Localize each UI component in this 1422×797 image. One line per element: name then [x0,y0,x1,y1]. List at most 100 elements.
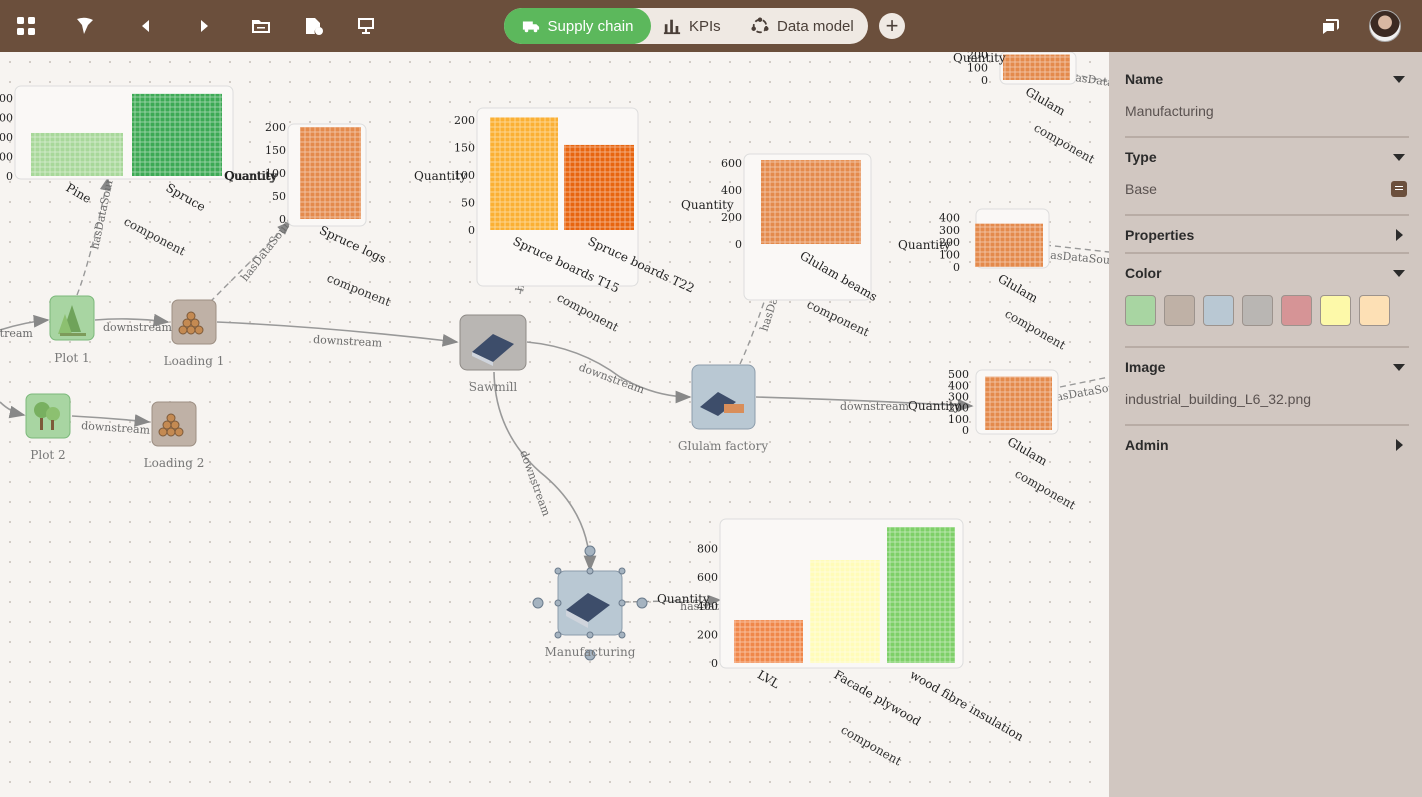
section-type-title: Type [1125,149,1157,165]
section-type: Type Base [1125,147,1409,197]
chart-tick-label: 800 [697,543,718,556]
chart-tick-label: 0 [468,224,475,237]
section-admin-header[interactable]: Admin [1125,435,1409,455]
chart-tick-label: 100 [948,413,969,426]
graph-canvas[interactable]: stream downstream downstream downstream … [0,52,1109,797]
apps-icon[interactable] [14,14,38,38]
node-loading-2[interactable]: Loading 2 [144,401,205,470]
chart-tick-label: 0 [953,261,960,274]
chart-tick-label: 200 [265,121,286,134]
chart-tick-label: 500 [948,368,969,381]
tab-kpis[interactable]: KPIs [651,8,739,44]
tab-data-model[interactable]: Data model [739,8,867,44]
chart-category-label: wood fibre insulation [908,667,1027,744]
tab-supply-chain-label: Supply chain [547,17,634,35]
component-label-1: component [122,214,188,258]
tab-supply-chain[interactable]: Supply chain [504,8,651,44]
chart-tick-label: 400 [721,184,742,197]
color-swatch[interactable] [1320,295,1351,326]
new-file-icon[interactable] [302,14,326,38]
chart-6[interactable]: Glulam0100200300400500Quantity [908,368,1059,469]
color-swatch[interactable] [1203,295,1234,326]
component-label-2: component [325,271,393,309]
chart-tick-label: 0 [981,74,988,87]
forward-icon[interactable] [192,14,216,38]
chart-tick-label: 0 [735,238,742,251]
user-avatar[interactable] [1369,10,1401,42]
node-label-plot-2: Plot 2 [30,448,65,462]
chart-tick-label: 100 [0,150,13,163]
section-color-header[interactable]: Color [1125,263,1409,283]
color-swatch[interactable] [1164,295,1195,326]
chart-tick-label: 150 [454,142,475,155]
caret-right-icon [1396,229,1403,241]
chart-axis-label: Quantity [953,52,1006,65]
section-name: Name Manufacturing [1125,69,1409,119]
top-toolbar: Supply chain KPIs Data model + [0,0,1422,52]
chart-2[interactable]: Spruce logs050100150200Quantity [224,121,388,266]
chart-bar-texture [975,223,1043,267]
chart-tick-label: 400 [939,211,960,224]
chart-5[interactable]: Glulam0100200300400Quantity [898,208,1050,306]
chart-tick-label: 0 [962,424,969,437]
node-glulam-factory[interactable]: Glulam factory [678,364,768,453]
chart-bar-texture [810,560,880,663]
section-image-title: Image [1125,359,1166,375]
flag-icon[interactable] [73,14,97,38]
bar-chart-icon [663,19,681,35]
supply-chain-graph: stream downstream downstream downstream … [0,52,1109,768]
chart-bar-texture [490,117,558,230]
color-swatch[interactable] [1242,295,1273,326]
chart-axis-label: Quantity [224,169,277,183]
node-label-manufacturing: Manufacturing [545,645,636,659]
charts: PineSpruce0100200300400QuantitySpruce lo… [0,52,1077,744]
folder-icon[interactable] [249,14,273,38]
node-sawmill[interactable]: Sawmill [459,314,527,394]
chart-bar-texture [300,127,361,219]
chart-7[interactable]: Glulam0100200Quantity [953,52,1077,119]
color-swatch[interactable] [1359,295,1390,326]
chart-tick-label: 200 [697,628,718,641]
color-swatch[interactable] [1125,295,1156,326]
section-properties: Properties [1125,225,1409,245]
chart-3[interactable]: Spruce boards T15Spruce boards T22050100… [414,107,697,296]
chart-1[interactable]: Pine Spruce 0 100 200 300 400 Quantity [0,85,278,214]
section-color-title: Color [1125,265,1162,281]
chart-tick-label: 600 [697,571,718,584]
color-swatch[interactable] [1281,295,1312,326]
chart-category-label: Spruce [164,180,208,214]
caret-down-icon [1393,75,1405,83]
chart-tick-label: 200 [454,114,475,127]
section-properties-header[interactable]: Properties [1125,225,1409,245]
node-label-loading-1: Loading 1 [164,354,225,368]
chat-icon[interactable] [1319,14,1343,38]
image-value[interactable]: industrial_building_L6_32.png [1125,391,1409,407]
section-type-header[interactable]: Type [1125,147,1409,167]
chart-bar-texture [564,144,634,230]
node-loading-1[interactable]: Loading 1 [164,299,225,368]
chart-category-label: LVL [755,667,782,691]
chart-bar-texture [761,160,861,244]
edge-label-downstream-5: downstream [840,400,910,413]
node-plot-1[interactable]: Plot 1 [49,295,95,365]
back-icon[interactable] [134,14,158,38]
chart-4[interactable]: Glulam beams0200400600Quantity [681,153,880,304]
list-icon[interactable] [1391,181,1407,197]
add-tab-button[interactable]: + [879,13,905,39]
chart-axis-label: Quantity [908,399,961,413]
node-label-glulam-factory: Glulam factory [678,439,768,453]
node-plot-2[interactable]: Plot 2 [25,393,71,462]
section-name-header[interactable]: Name [1125,69,1409,89]
chart-category-label: Glulam [996,271,1041,305]
type-value[interactable]: Base [1125,181,1157,197]
presentation-icon[interactable] [354,14,378,38]
section-image-header[interactable]: Image [1125,357,1409,377]
chart-8[interactable]: LVL Facade plywoodwood fibre insulation02… [657,518,1027,744]
caret-down-icon [1393,363,1405,371]
section-color: Color [1125,263,1409,326]
tab-data-model-label: Data model [777,17,854,35]
chart-tick-label: 50 [461,197,475,210]
chart-bar-texture [985,376,1052,430]
name-value[interactable]: Manufacturing [1125,103,1409,119]
chart-bar-texture [132,93,222,176]
